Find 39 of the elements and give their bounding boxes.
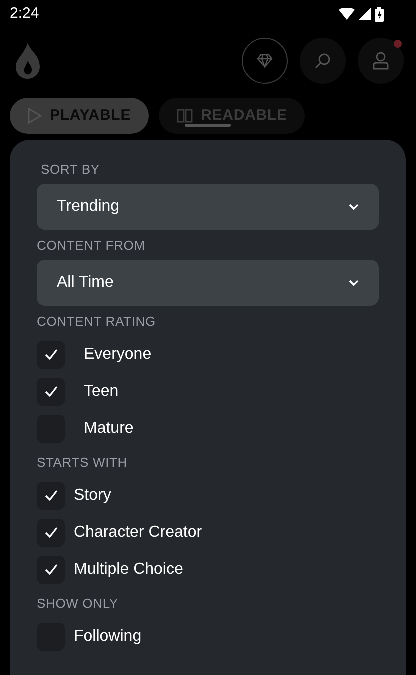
dropdown[interactable]: All Time xyxy=(37,260,379,306)
checkbox-label: Multiple Choice xyxy=(74,560,184,580)
checkbox[interactable] xyxy=(37,378,65,406)
checkbox[interactable] xyxy=(37,340,65,368)
section-label: SORT BY xyxy=(41,162,101,178)
checkbox-label: Following xyxy=(74,626,142,646)
checkbox-label: Mature xyxy=(84,418,134,438)
checkbox[interactable] xyxy=(37,556,65,584)
play-icon xyxy=(28,108,42,124)
section-label: SHOW ONLY xyxy=(37,596,120,612)
book-icon xyxy=(177,109,194,123)
chevron-down-icon xyxy=(349,280,359,286)
dropdown[interactable]: Trending xyxy=(37,184,379,230)
checkbox-label: Teen xyxy=(84,382,119,402)
checkbox[interactable] xyxy=(37,518,65,546)
checkmark-icon xyxy=(44,349,58,360)
section-label: CONTENT RATING xyxy=(37,314,157,330)
checkbox-label: Character Creator xyxy=(74,522,202,542)
person-icon xyxy=(373,52,389,70)
checkmark-icon xyxy=(44,527,58,538)
signal-icon xyxy=(359,8,371,20)
chevron-down-icon xyxy=(349,204,359,210)
checkmark-icon xyxy=(44,564,58,575)
flame-logo-icon xyxy=(16,43,40,79)
profile-button[interactable] xyxy=(358,38,404,84)
diamond-icon xyxy=(257,54,273,68)
checkbox[interactable] xyxy=(37,482,65,510)
checkbox-label: Everyone xyxy=(84,344,152,364)
checkmark-icon xyxy=(44,490,58,501)
search-icon xyxy=(315,53,331,69)
premium-button[interactable] xyxy=(242,38,288,84)
checkbox-label: Story xyxy=(74,486,112,506)
battery-icon xyxy=(375,6,384,22)
section-label: CONTENT FROM xyxy=(37,238,146,254)
section-label: STARTS WITH xyxy=(37,455,128,471)
status-time: 2:24 xyxy=(10,4,40,24)
checkmark-icon xyxy=(44,386,58,397)
scroll-indicator xyxy=(185,124,231,127)
wifi-icon xyxy=(339,8,355,20)
